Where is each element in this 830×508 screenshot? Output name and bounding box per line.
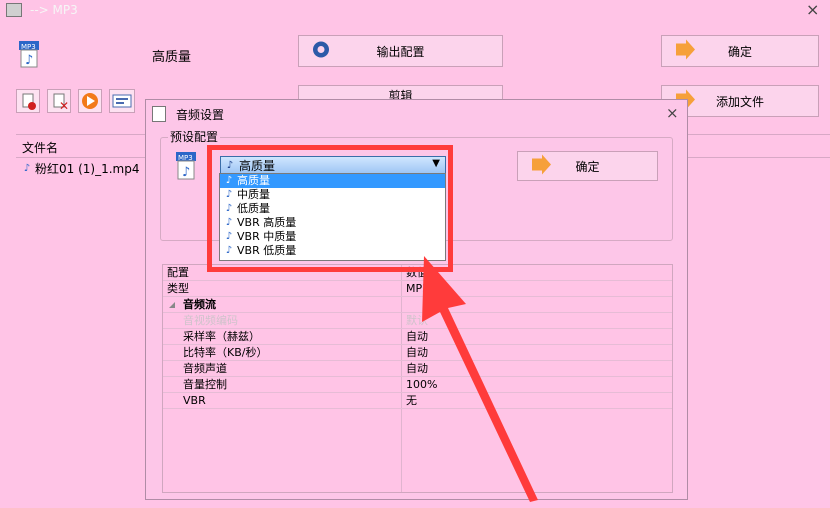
audio-file-icon: ♪: [23, 163, 31, 174]
preset-group-label: 预设配置: [168, 128, 221, 145]
row-label: 音频声道: [183, 362, 227, 375]
collapse-triangle-icon[interactable]: ◢: [169, 297, 175, 312]
output-config-button[interactable]: 输出配置: [298, 35, 503, 67]
list-item-label: 粉红01 (1)_1.mp4: [35, 162, 140, 176]
gear-icon: [311, 40, 331, 63]
row-label: 音视频编码: [183, 314, 238, 327]
add-file-label: 添加文件: [715, 94, 764, 109]
dialog-close-button[interactable]: ×: [666, 104, 679, 122]
arrow-right-icon: [674, 39, 696, 63]
row-type-label: 类型: [167, 282, 189, 295]
dialog-confirm-button[interactable]: 确定: [517, 151, 658, 181]
mp3-format-icon[interactable]: MP3 ♪: [17, 40, 43, 68]
row-label: 采样率（赫兹）: [183, 330, 260, 343]
delete-file-icon[interactable]: ✕: [47, 89, 71, 113]
title-bar: --> MP3 ×: [0, 0, 830, 22]
svg-text:✕: ✕: [59, 99, 69, 112]
format-label: 高质量: [152, 50, 192, 65]
svg-text:♪: ♪: [182, 165, 190, 180]
svg-text:♪: ♪: [25, 53, 33, 68]
window-title: --> MP3: [30, 3, 78, 17]
dialog-confirm-label: 确定: [575, 159, 600, 174]
play-icon[interactable]: [78, 89, 102, 113]
file-list-header[interactable]: 文件名: [22, 139, 58, 156]
dialog-icon: [152, 106, 166, 122]
output-config-label: 输出配置: [376, 44, 425, 59]
window-close-button[interactable]: ×: [806, 0, 819, 19]
preset-mp3-icon: MP3 ♪: [174, 151, 200, 181]
row-label: VBR: [183, 394, 206, 407]
row-label: 比特率（KB/秒）: [183, 346, 268, 359]
annotation-arrow: [422, 256, 538, 502]
new-file-icon[interactable]: [16, 89, 40, 113]
section-label: 音频流: [183, 298, 216, 311]
list-item[interactable]: ♪ 粉红01 (1)_1.mp4: [22, 160, 140, 177]
row-label: 音量控制: [183, 378, 227, 391]
confirm-button[interactable]: 确定: [661, 35, 819, 67]
app-icon: [6, 3, 22, 17]
confirm-label: 确定: [727, 44, 752, 59]
info-icon[interactable]: [109, 89, 135, 113]
dialog-arrow-icon: [530, 154, 552, 178]
dialog-title: 音频设置: [176, 108, 225, 122]
